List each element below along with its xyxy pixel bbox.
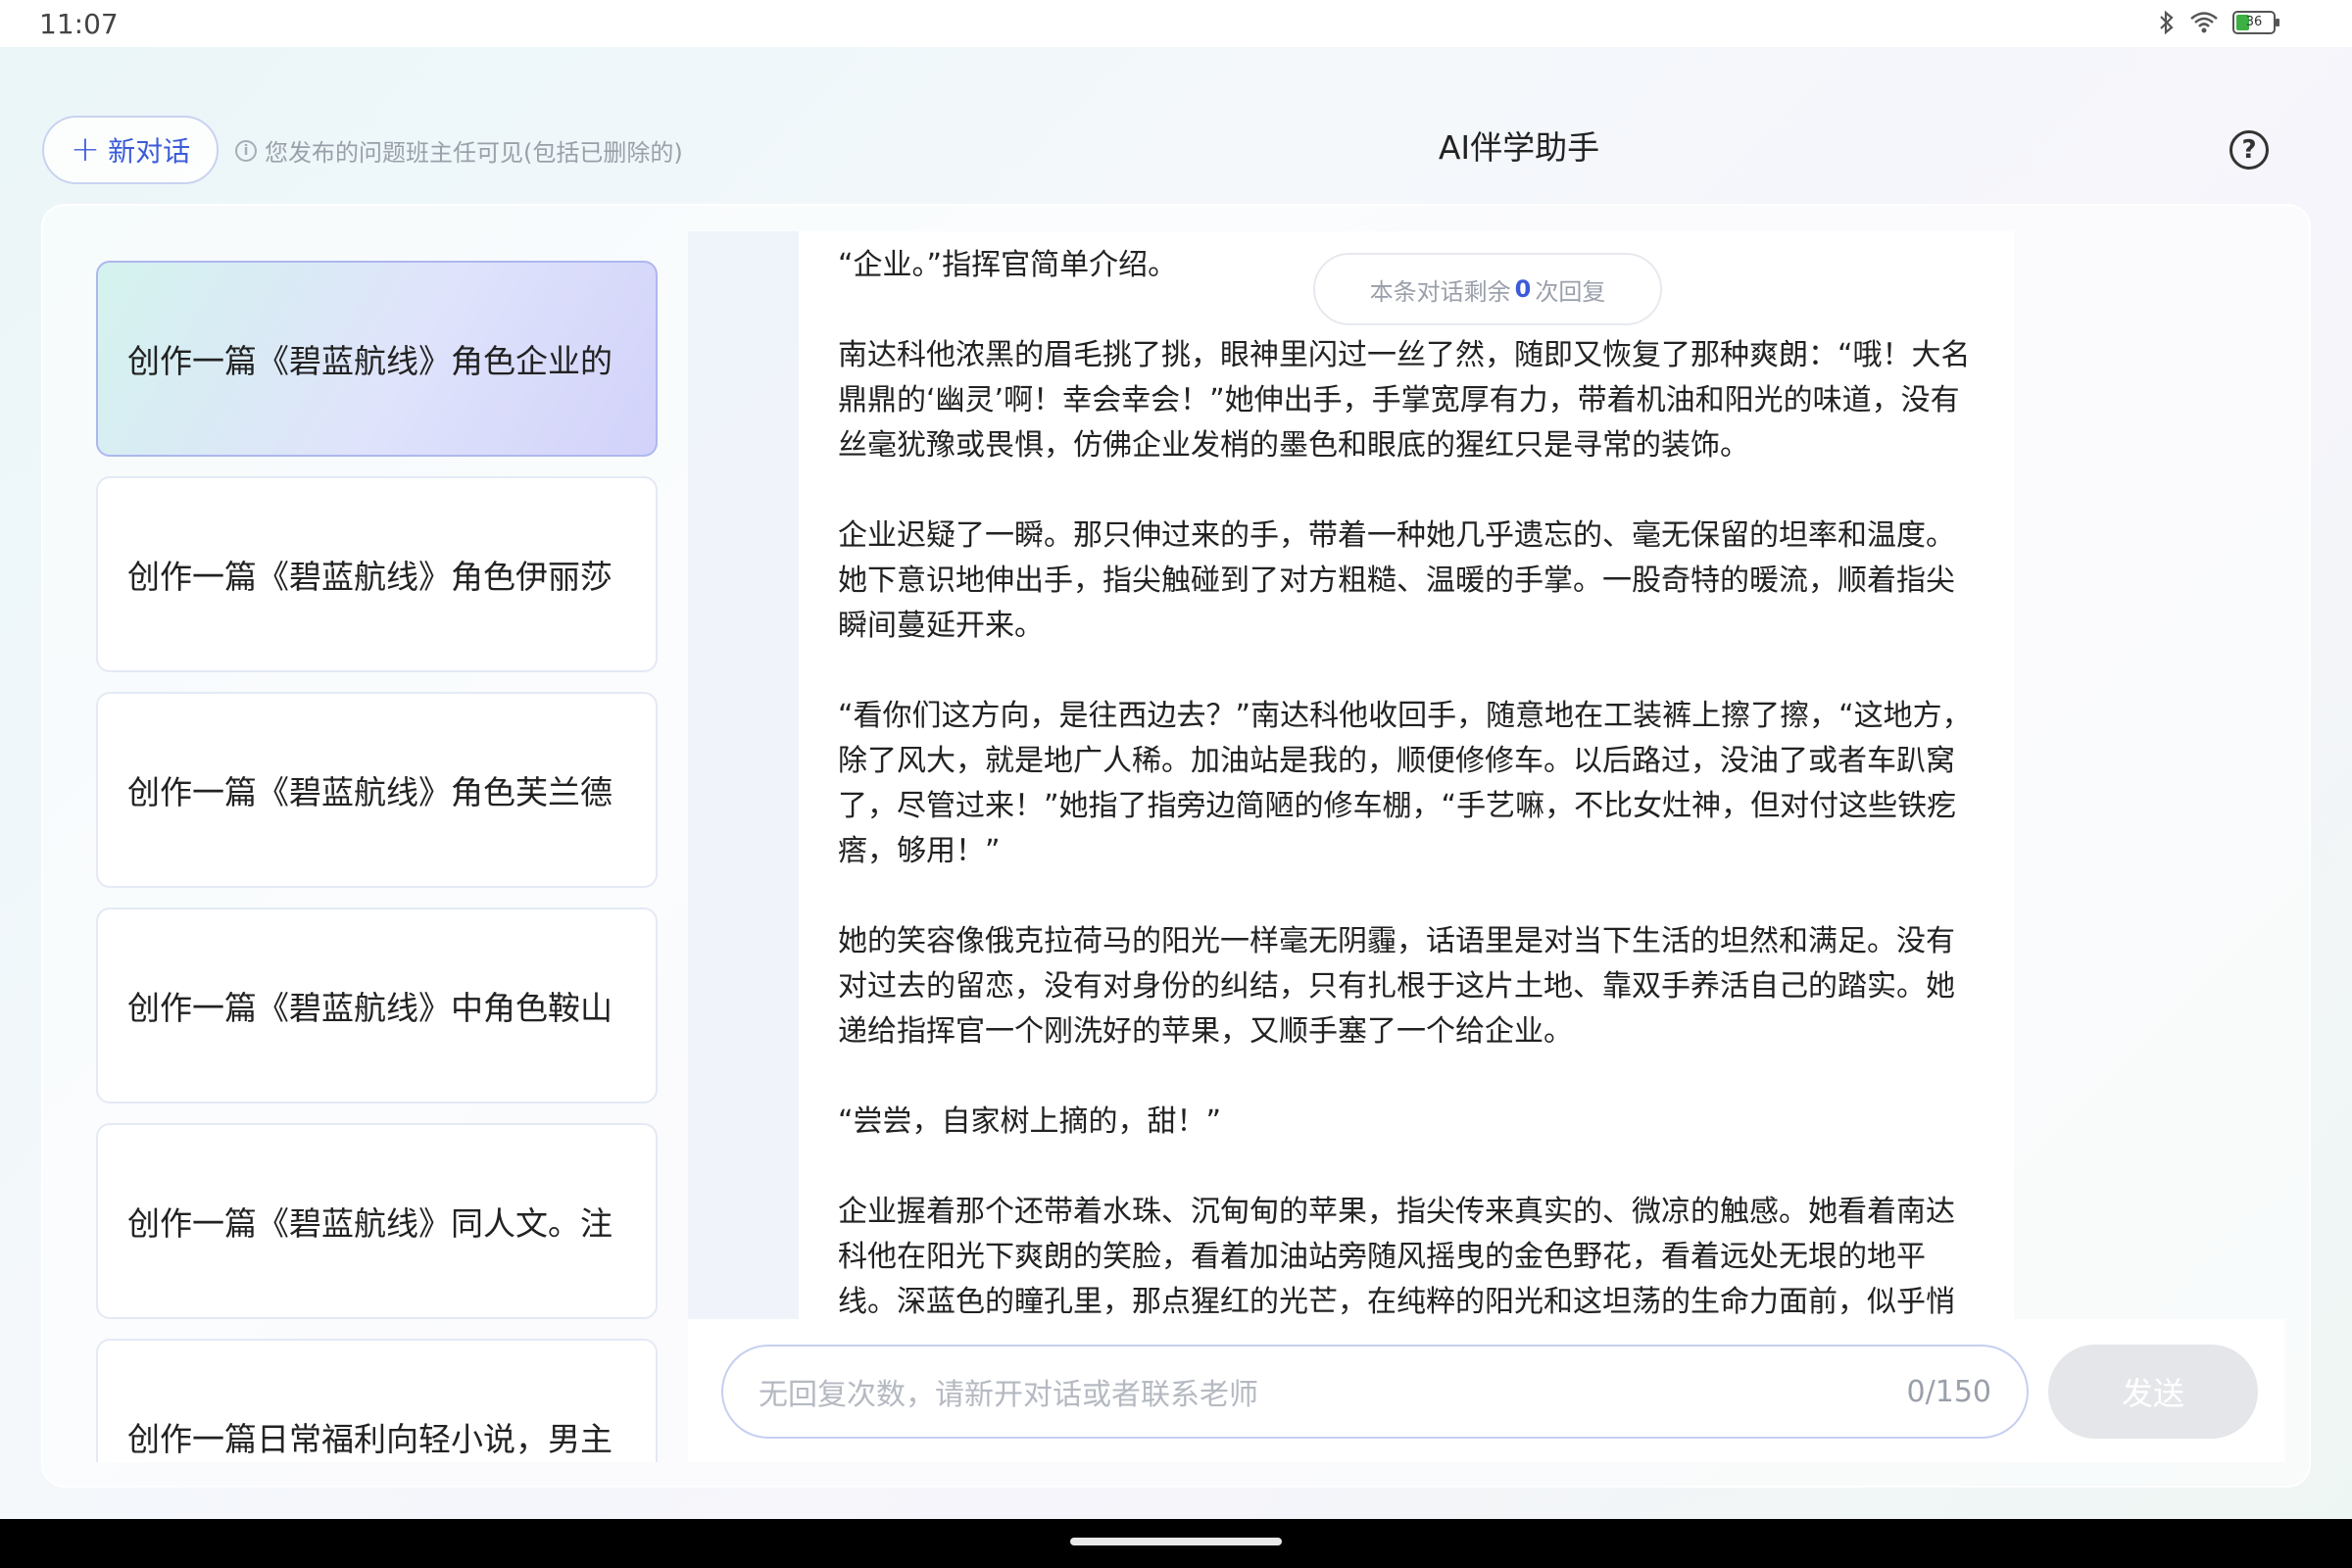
- status-time: 11:07: [39, 8, 119, 40]
- navigation-bar: [0, 1519, 2352, 1568]
- input-placeholder: 无回复次数，请新开对话或者联系老师: [759, 1378, 1258, 1412]
- ai-response-bubble[interactable]: “企业。”指挥官简单介绍。 南达科他浓黑的眉毛挑了挑，眼神里闪过一丝了然，随即又…: [799, 231, 2014, 1319]
- conversation-item[interactable]: 创作一篇《碧蓝航线》同人文。注: [96, 1123, 658, 1319]
- conversation-label: 创作一篇《碧蓝航线》角色芙兰德: [127, 773, 612, 811]
- battery-level: 36: [2245, 15, 2263, 29]
- response-paragraph: 她的笑容像俄克拉荷马的阳光一样毫无阴霾，话语里是对当下生活的坦然和满足。没有对过…: [838, 924, 1955, 1049]
- battery-icon: 36: [2232, 11, 2279, 34]
- response-paragraph: 企业迟疑了一瞬。那只伸过来的手，带着一种她几乎遗忘的、毫无保留的坦率和温度。她下…: [838, 518, 1955, 643]
- conversation-item[interactable]: 创作一篇《碧蓝航线》角色芙兰德: [96, 692, 658, 888]
- conversation-label: 创作一篇《碧蓝航线》同人文。注: [127, 1204, 612, 1243]
- new-chat-button[interactable]: + 新对话: [42, 116, 219, 184]
- response-paragraph: “尝尝，自家树上摘的，甜！”: [838, 1104, 1222, 1139]
- message-input[interactable]: 无回复次数，请新开对话或者联系老师 0/150: [721, 1345, 2029, 1439]
- conversation-list: 创作一篇《碧蓝航线》角色企业的 创作一篇《碧蓝航线》角色伊丽莎 创作一篇《碧蓝航…: [67, 231, 694, 1462]
- remaining-suffix: 次回复: [1535, 277, 1606, 306]
- conversation-item-active[interactable]: 创作一篇《碧蓝航线》角色企业的: [96, 261, 658, 457]
- response-paragraph: 企业握着那个还带着水珠、沉甸甸的苹果，指尖传来真实的、微凉的触感。她看着南达科他…: [838, 1195, 1955, 1319]
- home-indicator[interactable]: [1070, 1538, 1282, 1545]
- conversation-label: 创作一篇《碧蓝航线》角色企业的: [127, 342, 612, 380]
- conversation-item[interactable]: 创作一篇《碧蓝航线》中角色鞍山: [96, 907, 658, 1103]
- status-icons: 36: [2158, 10, 2279, 35]
- bluetooth-icon: [2158, 10, 2176, 35]
- info-icon: i: [235, 139, 257, 162]
- remaining-prefix: 本条对话剩余: [1369, 277, 1511, 306]
- help-icon[interactable]: ?: [2230, 130, 2269, 170]
- remaining-replies-badge: 本条对话剩余 0 次回复: [1313, 253, 1662, 325]
- char-counter: 0/150: [1906, 1374, 1991, 1409]
- visibility-notice: i 您发布的问题班主任可见(包括已删除的): [235, 133, 683, 168]
- chat-background: [688, 231, 801, 1319]
- response-paragraph: 南达科他浓黑的眉毛挑了挑，眼神里闪过一丝了然，随即又恢复了那种爽朗：“哦！大名鼎…: [838, 338, 1971, 463]
- response-paragraph: “看你们这方向，是往西边去？”南达科他收回手，随意地在工装裤上擦了擦，“这地方，…: [838, 699, 1972, 868]
- wifi-icon: [2189, 11, 2219, 34]
- remaining-count: 0: [1514, 275, 1532, 303]
- chat-area: “企业。”指挥官简单介绍。 南达科他浓黑的眉毛挑了挑，眼神里闪过一丝了然，随即又…: [688, 231, 2285, 1462]
- conversation-label: 创作一篇《碧蓝航线》中角色鞍山: [127, 989, 612, 1027]
- send-button[interactable]: 发送: [2048, 1345, 2258, 1439]
- status-bar: 11:07 36: [0, 0, 2352, 47]
- notice-text: 您发布的问题班主任可见(包括已删除的): [265, 139, 683, 167]
- conversation-label: 创作一篇日常福利向轻小说，男主: [127, 1420, 612, 1458]
- conversation-item[interactable]: 创作一篇《碧蓝航线》角色伊丽莎: [96, 476, 658, 672]
- input-bar: 无回复次数，请新开对话或者联系老师 0/150 发送: [688, 1319, 2285, 1462]
- new-chat-label: 新对话: [108, 135, 191, 168]
- conversation-label: 创作一篇《碧蓝航线》角色伊丽莎: [127, 558, 612, 596]
- conversation-item[interactable]: 创作一篇日常福利向轻小说，男主: [96, 1339, 658, 1462]
- page-title: AI伴学助手: [1438, 128, 1600, 167]
- plus-icon: +: [70, 129, 101, 170]
- ai-response-text: “企业。”指挥官简单介绍。 南达科他浓黑的眉毛挑了挑，眼神里闪过一丝了然，随即又…: [838, 243, 1975, 1319]
